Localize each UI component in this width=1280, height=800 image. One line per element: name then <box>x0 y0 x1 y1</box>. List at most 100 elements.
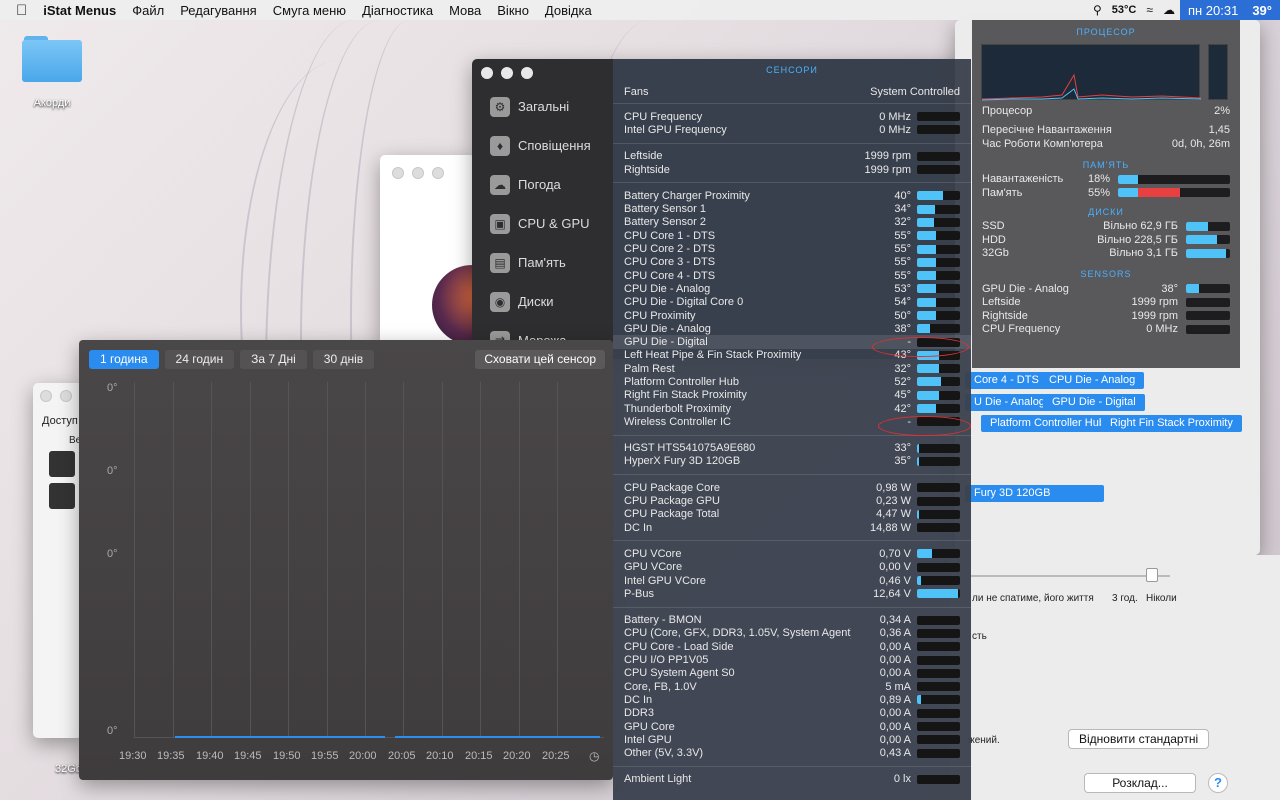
sensor-row[interactable]: DC In 14,88 W <box>613 521 971 534</box>
menu-edit[interactable]: Редагування <box>172 3 265 18</box>
sidebar-item-cpu-gpu[interactable]: ▣ CPU & GPU <box>472 204 614 243</box>
cpu-temp-indicator[interactable]: 53°C <box>1107 4 1142 16</box>
sensor-row[interactable]: CPU Die - Analog 53° <box>613 282 971 295</box>
sensor-row[interactable]: Intel GPU Frequency 0 MHz <box>613 123 971 136</box>
apple-menu-icon[interactable]:  <box>0 2 35 19</box>
sidebar-item-disks[interactable]: ◉ Диски <box>472 282 614 321</box>
sensor-row[interactable]: DDR3 0,00 A <box>613 707 971 720</box>
tab-7-days[interactable]: За 7 Дні <box>240 350 307 369</box>
clock-icon[interactable]: ◷ <box>589 749 599 763</box>
sensor-row[interactable]: CPU I/O PP1V05 0,00 A <box>613 653 971 666</box>
sleep-slider-track[interactable] <box>970 575 1170 577</box>
sensor-row[interactable]: Battery - BMON 0,34 A <box>613 614 971 627</box>
schedule-button[interactable]: Розклад... <box>1084 773 1196 793</box>
sensor-row[interactable]: CPU Package GPU 0,23 W <box>613 494 971 507</box>
sensor-chip[interactable]: Platform Controller Hub <box>981 415 1114 432</box>
row-value: 2% <box>1214 104 1230 117</box>
sensor-row[interactable]: Palm Rest 32° <box>613 362 971 375</box>
sensor-row[interactable]: HGST HTS541075A9E680 33° <box>613 442 971 455</box>
sensor-row[interactable]: CPU Core 2 - DTS 55° <box>613 242 971 255</box>
sensor-chip[interactable]: Right Fin Stack Proximity <box>1101 415 1242 432</box>
sensor-row[interactable]: GPU Die - Analog 38° <box>613 322 971 335</box>
row-label: Час Роботи Комп'ютера <box>982 137 1103 150</box>
help-button[interactable]: ? <box>1208 773 1228 793</box>
menu-window[interactable]: Вікно <box>489 3 537 18</box>
menu-diagnostics[interactable]: Діагностика <box>354 3 441 18</box>
sensor-row[interactable]: GPU Core 0,00 A <box>613 720 971 733</box>
zoom-button[interactable] <box>432 167 444 179</box>
sensor-row[interactable]: Platform Controller Hub 52° <box>613 375 971 388</box>
background-window[interactable] <box>380 155 475 345</box>
menu-help[interactable]: Довідка <box>537 3 600 18</box>
sidebar-item-general[interactable]: ⚙ Загальні <box>472 87 614 126</box>
cpu-current-chart <box>1208 44 1228 100</box>
sensor-row[interactable]: Intel GPU VCore 0,46 V <box>613 574 971 587</box>
close-button[interactable] <box>481 67 493 79</box>
sensor-row[interactable]: CPU Core 4 - DTS 55° <box>613 269 971 282</box>
restore-defaults-button[interactable]: Відновити стандартні <box>1068 729 1210 749</box>
y-axis-label: 0° <box>107 465 118 477</box>
sensor-chip[interactable]: U Die - Analog <box>965 394 1054 411</box>
fans-mode[interactable]: System Controlled <box>870 86 960 98</box>
tab-24-hours[interactable]: 24 годин <box>164 350 235 369</box>
fans-row[interactable]: Fans System Controlled <box>613 81 971 103</box>
sensor-row[interactable]: P-Bus 12,64 V <box>613 587 971 600</box>
sensor-row[interactable]: Ambient Light 0 lx <box>613 773 971 786</box>
sensor-row[interactable]: Other (5V, 3.3V) 0,43 A <box>613 746 971 759</box>
sensor-row[interactable]: CPU Frequency 0 MHz <box>613 110 971 123</box>
graph-plot-area[interactable] <box>134 382 604 738</box>
close-button[interactable] <box>392 167 404 179</box>
sleep-slider-thumb[interactable] <box>1146 568 1158 582</box>
minimize-button[interactable] <box>60 390 72 402</box>
close-button[interactable] <box>40 390 52 402</box>
sensor-row[interactable]: CPU Core 1 - DTS 55° <box>613 229 971 242</box>
sensor-row[interactable]: Thunderbolt Proximity 42° <box>613 402 971 415</box>
tab-30-days[interactable]: 30 днів <box>312 350 375 369</box>
sensor-row[interactable]: CPU System Agent S0 0,00 A <box>613 667 971 680</box>
wifi-icon[interactable]: ≈ <box>1141 3 1158 17</box>
sensor-chip[interactable]: Fury 3D 120GB <box>965 485 1104 502</box>
sensor-row[interactable]: CPU Proximity 50° <box>613 309 971 322</box>
sensor-row[interactable]: Battery Sensor 2 32° <box>613 216 971 229</box>
minimize-button[interactable] <box>501 67 513 79</box>
menu-file[interactable]: Файл <box>124 3 172 18</box>
sensor-row[interactable]: Battery Charger Proximity 40° <box>613 189 971 202</box>
app-icon[interactable] <box>49 451 75 477</box>
sensor-chip[interactable]: Core 4 - DTS <box>965 372 1048 389</box>
tab-1-hour[interactable]: 1 година <box>89 350 159 369</box>
sidebar-item-weather[interactable]: ☁ Погода <box>472 165 614 204</box>
sensor-row[interactable]: Intel GPU 0,00 A <box>613 733 971 746</box>
sensor-row[interactable]: Right Fin Stack Proximity 45° <box>613 389 971 402</box>
menu-language[interactable]: Мова <box>441 3 489 18</box>
sensor-row[interactable]: Battery Sensor 1 34° <box>613 202 971 215</box>
sidebar-item-notifications[interactable]: ♦ Сповіщення <box>472 126 614 165</box>
app-icon[interactable] <box>49 483 75 509</box>
menu-menubar[interactable]: Смуга меню <box>265 3 354 18</box>
spotlight-search-icon[interactable]: ⚲ <box>1088 3 1107 17</box>
sensor-value: 0,70 V <box>879 547 911 560</box>
sidebar-item-memory[interactable]: ▤ Пам'ять <box>472 243 614 282</box>
sensor-row[interactable]: CPU Core - Load Side 0,00 A <box>613 640 971 653</box>
clock-weather-menu[interactable]: пн 20:31 39° <box>1179 0 1280 20</box>
sensor-row[interactable]: CPU VCore 0,70 V <box>613 547 971 560</box>
sensor-chip[interactable]: GPU Die - Digital <box>1043 394 1145 411</box>
sensor-chip[interactable]: CPU Die - Analog <box>1040 372 1145 389</box>
sensor-row[interactable]: CPU Die - Digital Core 0 54° <box>613 296 971 309</box>
cloud-icon[interactable]: ☁ <box>1158 3 1180 17</box>
sensor-row[interactable]: CPU (Core, GFX, DDR3, 1.05V, System Agen… <box>613 627 971 640</box>
minimize-button[interactable] <box>412 167 424 179</box>
zoom-button[interactable] <box>521 67 533 79</box>
sensor-row[interactable]: Core, FB, 1.0V 5 mA <box>613 680 971 693</box>
app-menu[interactable]: iStat Menus <box>35 3 124 18</box>
desktop-folder-icon[interactable] <box>22 34 82 82</box>
sensor-row[interactable]: CPU Package Total 4,47 W <box>613 508 971 521</box>
sensor-row[interactable]: GPU VCore 0,00 V <box>613 561 971 574</box>
sensor-row[interactable]: HyperX Fury 3D 120GB 35° <box>613 455 971 468</box>
sensor-row[interactable]: CPU Core 3 - DTS 55° <box>613 256 971 269</box>
sensor-row[interactable]: DC In 0,89 A <box>613 693 971 706</box>
graph-line-segment <box>175 736 385 738</box>
hide-sensor-button[interactable]: Сховати цей сенсор <box>475 350 605 369</box>
sensor-row[interactable]: CPU Package Core 0,98 W <box>613 481 971 494</box>
sensor-row[interactable]: Leftside 1999 rpm <box>613 150 971 163</box>
sensor-row[interactable]: Rightside 1999 rpm <box>613 163 971 176</box>
